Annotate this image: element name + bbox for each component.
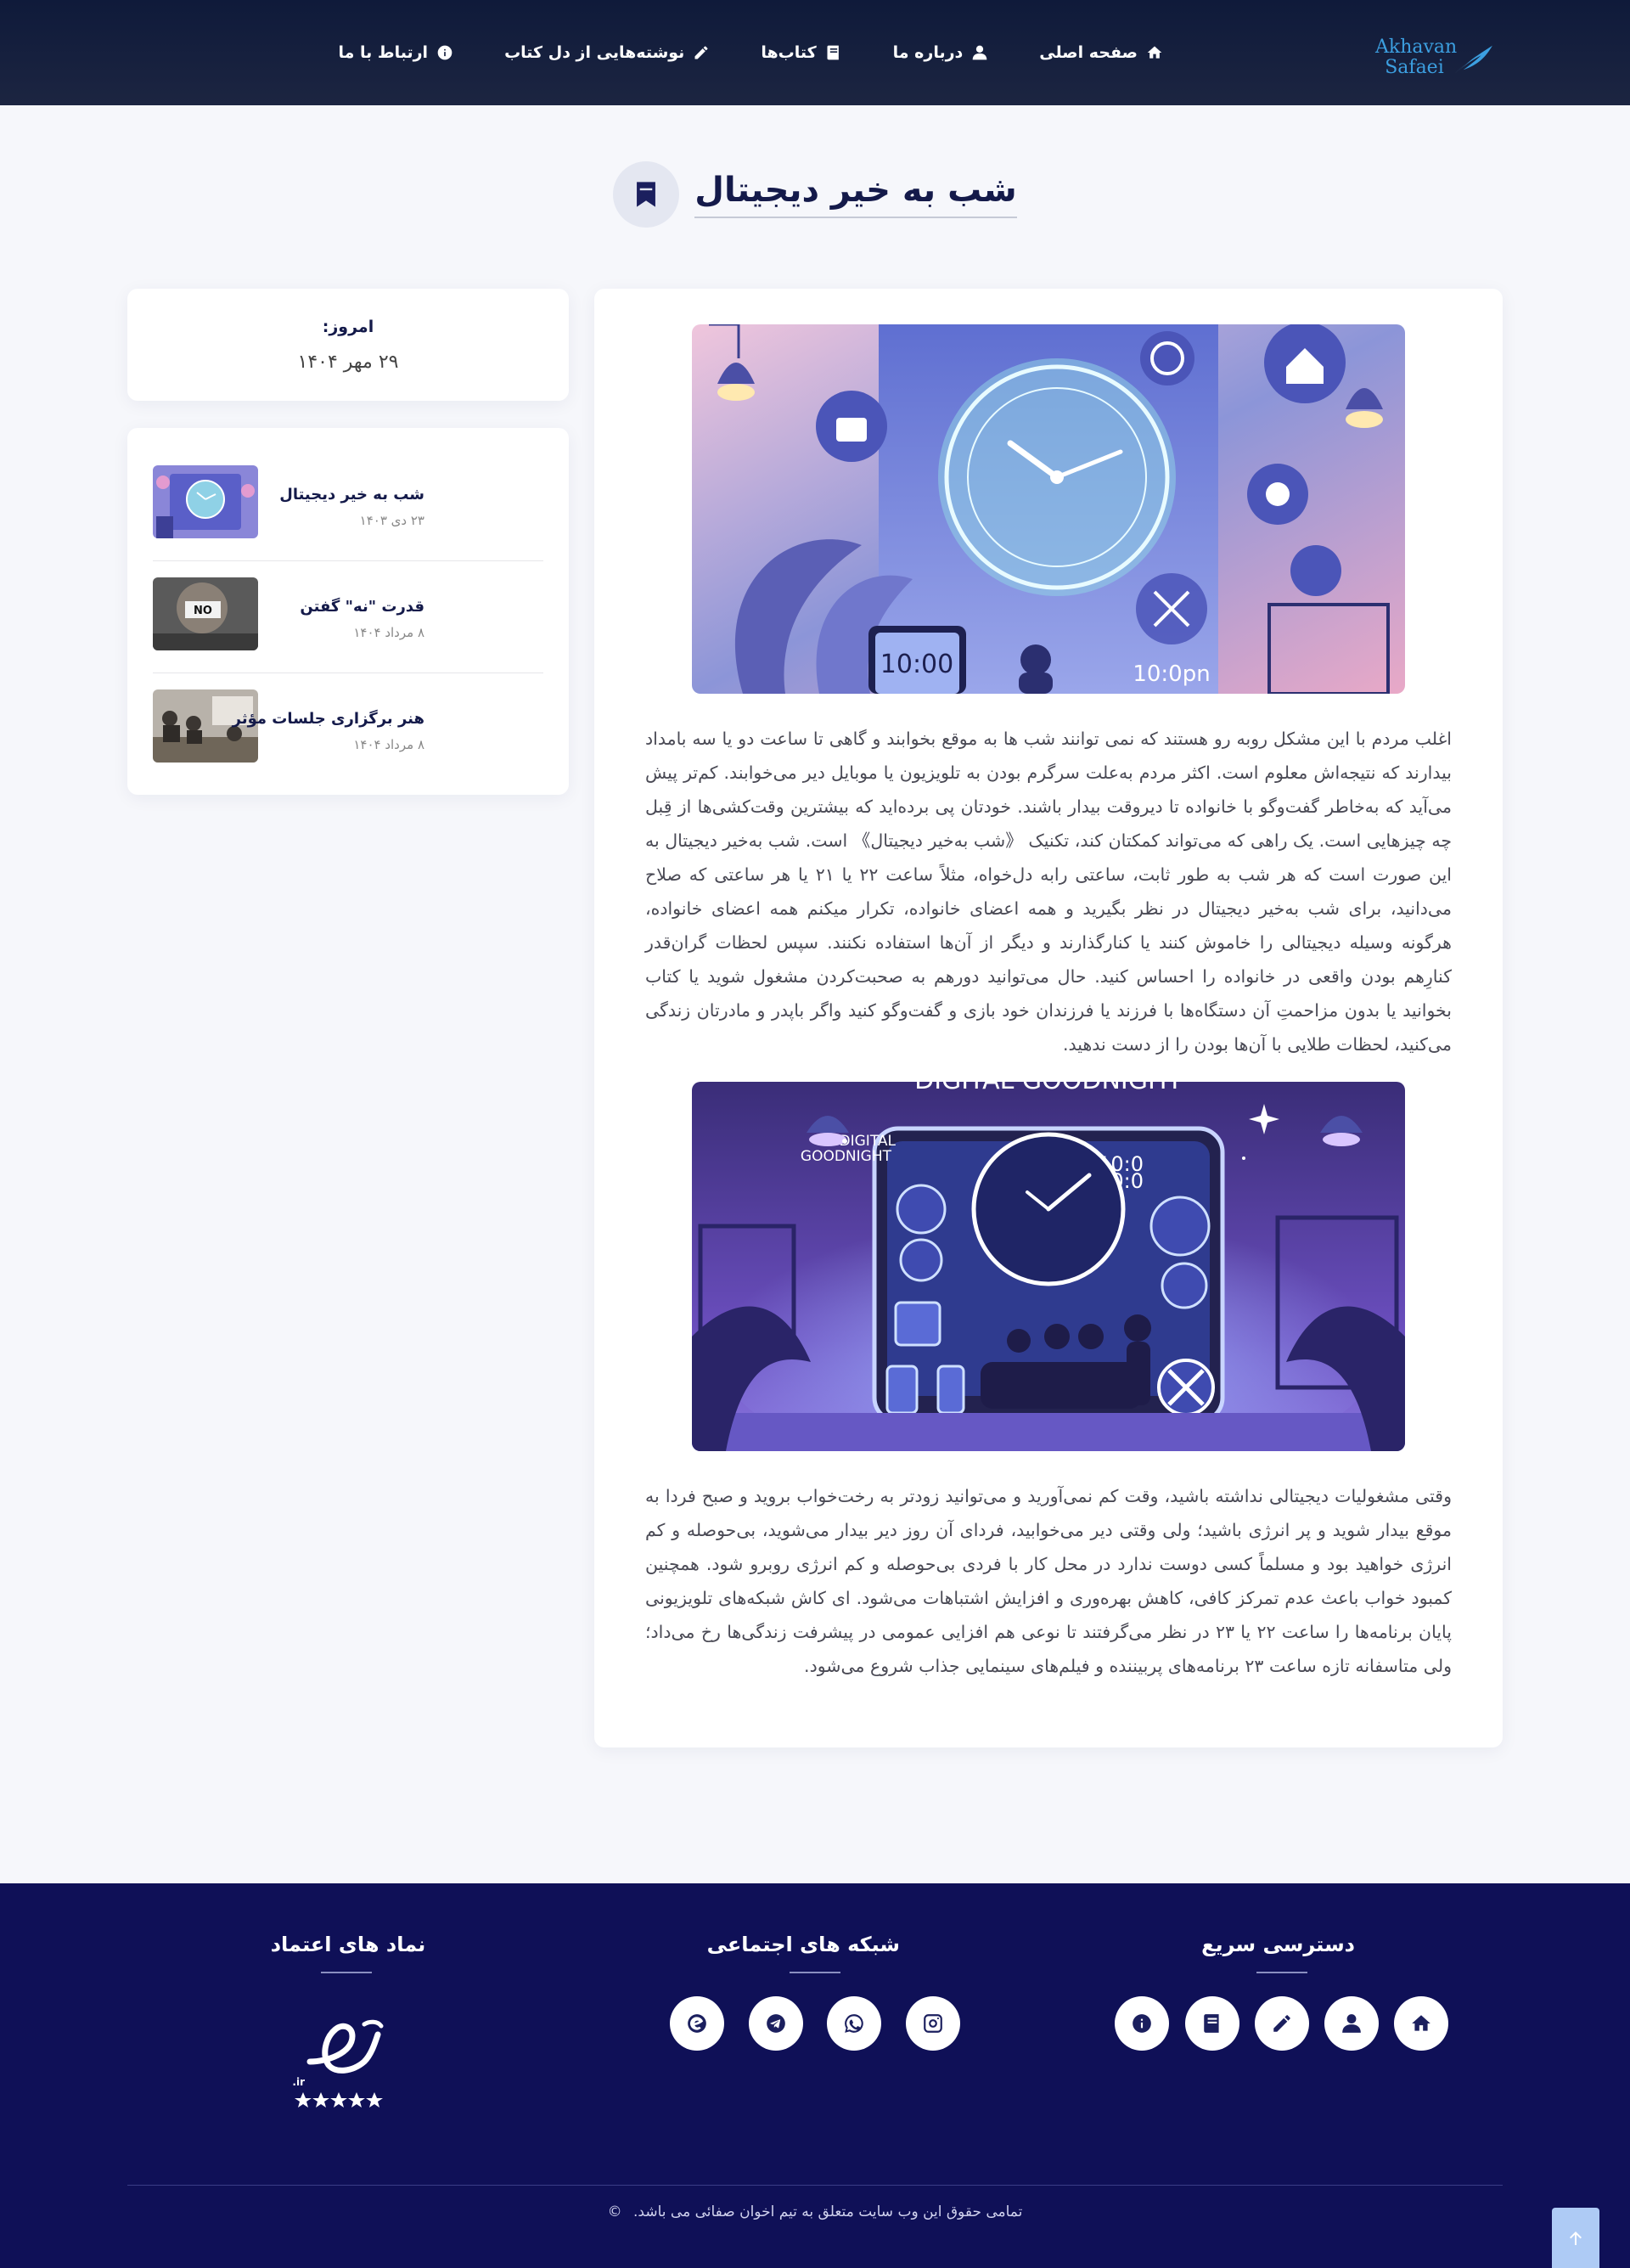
telegram-icon	[767, 2014, 785, 2033]
site-logo[interactable]: Akhavan Safaei	[1375, 32, 1494, 83]
instagram-button[interactable]	[906, 1996, 960, 2051]
post-title: هنر برگزاری جلسات مؤثر	[232, 710, 424, 728]
user-icon	[1342, 2014, 1361, 2033]
enamad-logo: eNAMAD.ir	[243, 2019, 384, 2108]
post-date: ۲۳ دی ۱۴۰۳	[359, 513, 424, 528]
post-title: قدرت "نه" گفتن	[300, 598, 424, 616]
article-paragraph-2: وقتی مشغولیات دیجیتالی نداشته باشید، وقت…	[645, 1486, 1453, 1676]
image2-title: DIGITAL GOODNIGHT	[914, 1082, 1183, 1095]
nav-item-label: صفحه اصلی	[1039, 43, 1138, 62]
nav-item-home[interactable]: صفحه اصلی	[1039, 43, 1163, 62]
today-label: امروز:	[322, 318, 374, 336]
today-value: ۲۹ مهر ۱۴۰۴	[297, 352, 399, 373]
heading-underline	[321, 1972, 372, 1973]
page-title-section: شب به خیر دیجیتال	[0, 156, 1630, 233]
telegram-button[interactable]	[749, 1996, 803, 2051]
book-icon	[827, 45, 839, 60]
eitaa-icon	[688, 2014, 706, 2033]
main-menu: صفحه اصلی درباره ما کتاب‌ها نوشته‌هایی ا…	[287, 0, 1163, 105]
recent-post-item[interactable]: هنر برگزاری جلسات مؤثر ۸ مرداد ۱۴۰۴	[153, 671, 543, 781]
nav-item-label: نوشته‌هایی از دل کتاب	[504, 43, 685, 62]
star-rating	[295, 2092, 383, 2108]
pencil-icon	[694, 46, 708, 59]
article-paragraph-1: اغلب مردم با این مشکل روبه رو هستند که ن…	[645, 729, 1452, 1055]
nav-item-books[interactable]: کتاب‌ها	[761, 43, 841, 62]
arrow-up-icon	[1570, 2231, 1582, 2245]
eitaa-button[interactable]	[670, 1996, 724, 2051]
page-title: شب به خیر دیجیتال	[694, 171, 1017, 218]
footer-books-button[interactable]	[1185, 1996, 1239, 2051]
scroll-to-top-button[interactable]	[1552, 2208, 1599, 2268]
footer-writings-button[interactable]	[1255, 1996, 1309, 2051]
today-date-card: امروز: ۲۹ مهر ۱۴۰۴	[127, 289, 569, 401]
copyright-text: تمامی حقوق این وب سایت متعلق به تیم اخوا…	[633, 2203, 1023, 2220]
quick-access-heading: دسترسی سریع	[1201, 1933, 1355, 1956]
whatsapp-icon	[845, 2014, 863, 2033]
image2-screen-title-1: DIGITAL	[840, 1133, 896, 1150]
copyright-symbol: ©	[607, 2203, 622, 2220]
post-date: ۸ مرداد ۱۴۰۴	[353, 625, 424, 640]
home-icon	[1147, 46, 1162, 59]
heading-underline	[1256, 1972, 1307, 1973]
footer-divider	[127, 2185, 1503, 2186]
screen-time-text: 10:0pn	[1133, 661, 1210, 687]
trust-heading: نماد های اعتماد	[270, 1933, 426, 1956]
user-icon	[972, 45, 987, 60]
top-navbar: صفحه اصلی درباره ما کتاب‌ها نوشته‌هایی ا…	[0, 0, 1630, 105]
article-image-2: DIGITAL GOODNIGHT DIGITAL GOODNIGHT 10:0…	[692, 1082, 1405, 1451]
nav-item-writings[interactable]: نوشته‌هایی از دل کتاب	[504, 43, 710, 62]
nav-item-label: کتاب‌ها	[761, 43, 817, 62]
post-title: شب به خیر دیجیتال	[279, 486, 424, 504]
logo-text: Akhavan Safaei	[1375, 37, 1458, 78]
nav-item-label: درباره ما	[892, 43, 964, 62]
footer-home-button[interactable]	[1394, 1996, 1448, 2051]
footer-about-button[interactable]	[1324, 1996, 1379, 2051]
phone-clock-text: 10:00	[880, 650, 953, 679]
nav-item-about[interactable]: درباره ما	[893, 43, 989, 62]
enamad-trust-seal[interactable]: eNAMAD.ir	[243, 2002, 393, 2113]
recent-post-item[interactable]: NO قدرت "نه" گفتن ۸ مرداد ۱۴۰۴	[153, 559, 543, 669]
article-image-1: 10:00 10:0pn	[692, 324, 1405, 694]
footer-contact-button[interactable]	[1115, 1996, 1169, 2051]
digital-goodnight-illustration: 10:00 10:0pn	[692, 324, 1405, 694]
recent-posts-card: شب به خیر دیجیتال ۲۳ دی ۱۴۰۳ NO قدرت "نه…	[127, 428, 569, 795]
feather-icon	[1454, 45, 1492, 74]
pencil-icon	[1273, 2015, 1290, 2032]
nav-item-label: ارتباط با ما	[338, 43, 429, 62]
book-icon	[1204, 2014, 1219, 2033]
image2-screen-title-2: GOODNIGHT	[801, 1148, 892, 1165]
copyright-notice: تمامی حقوق این وب سایت متعلق به تیم اخوا…	[0, 2203, 1630, 2220]
bookmark-icon	[637, 182, 656, 207]
enamad-text: eNAMAD.ir	[293, 2076, 305, 2088]
social-heading: شبکه های اجتماعی	[706, 1933, 900, 1956]
logo-line1: Akhavan	[1375, 37, 1458, 58]
recent-post-item[interactable]: شب به خیر دیجیتال ۲۳ دی ۱۴۰۳	[153, 447, 543, 557]
heading-underline	[790, 1972, 840, 1973]
title-icon-badge	[613, 161, 680, 228]
whatsapp-button[interactable]	[827, 1996, 881, 2051]
info-icon	[437, 45, 452, 60]
digital-goodnight-family-illustration: DIGITAL GOODNIGHT DIGITAL GOODNIGHT 10:0…	[692, 1082, 1405, 1451]
instagram-icon	[924, 2014, 942, 2033]
nav-item-contact[interactable]: ارتباط با ما	[338, 43, 453, 62]
home-icon	[1412, 2015, 1430, 2031]
post-date: ۸ مرداد ۱۴۰۴	[353, 737, 424, 752]
info-icon	[1133, 2014, 1151, 2033]
logo-line2: Safaei	[1385, 57, 1444, 78]
